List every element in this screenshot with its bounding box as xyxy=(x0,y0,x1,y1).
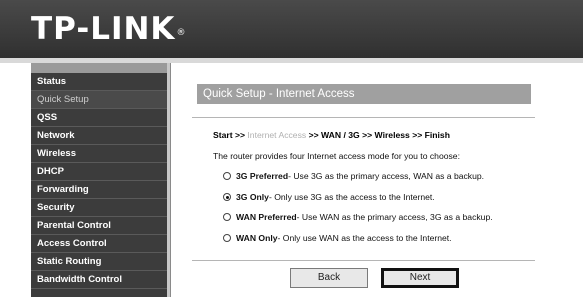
sidebar-item-wireless[interactable]: Wireless xyxy=(31,145,167,163)
sidebar-item-static-routing[interactable]: Static Routing xyxy=(31,253,167,271)
option-3g-only[interactable]: 3G Only - Only use 3G as the access to t… xyxy=(223,192,435,202)
header: TP-LINK® xyxy=(0,0,583,58)
radio-3g-preferred[interactable] xyxy=(223,172,231,180)
next-button[interactable]: Next xyxy=(381,268,459,288)
sidebar-item-parental-control[interactable]: Parental Control xyxy=(31,217,167,235)
step-separator: >> xyxy=(308,130,319,140)
sidebar-item-dhcp[interactable]: DHCP xyxy=(31,163,167,181)
option-3g-preferred[interactable]: 3G Preferred - Use 3G as the primary acc… xyxy=(223,171,484,181)
sidebar-item-qss[interactable]: QSS xyxy=(31,109,167,127)
radio-wan-preferred[interactable] xyxy=(223,213,231,221)
sidebar-top-bar xyxy=(31,63,167,73)
option-name: 3G Only xyxy=(236,192,269,202)
option-desc: - Only use 3G as the access to the Inter… xyxy=(268,192,435,202)
sidebar-menu: Status Quick Setup QSS Network Wireless … xyxy=(31,63,167,297)
option-wan-only[interactable]: WAN Only - Only use WAN as the access to… xyxy=(223,233,452,243)
radio-wan-only[interactable] xyxy=(223,234,231,242)
step-wireless: Wireless xyxy=(374,130,410,140)
registered-mark: ® xyxy=(176,28,187,38)
sidebar-item-security[interactable]: Security xyxy=(31,199,167,217)
breadcrumb: Start >> Internet Access >> WAN / 3G >> … xyxy=(213,130,450,140)
bottom-divider xyxy=(192,260,535,261)
step-separator: >> xyxy=(362,130,373,140)
intro-text: The router provides four Internet access… xyxy=(213,151,460,161)
sidebar-item-quick-setup[interactable]: Quick Setup xyxy=(31,91,167,109)
option-desc: - Use WAN as the primary access, 3G as a… xyxy=(296,212,493,222)
sidebar-item-access-control[interactable]: Access Control xyxy=(31,235,167,253)
top-divider xyxy=(192,117,535,118)
step-internet-access: Internet Access xyxy=(247,130,307,140)
option-wan-preferred[interactable]: WAN Preferred - Use WAN as the primary a… xyxy=(223,212,493,222)
radio-3g-only[interactable] xyxy=(223,193,231,201)
option-desc: - Use 3G as the primary access, WAN as a… xyxy=(288,171,485,181)
back-button[interactable]: Back xyxy=(290,268,368,288)
step-start: Start xyxy=(213,130,233,140)
sidebar-item-network[interactable]: Network xyxy=(31,127,167,145)
step-wan-3g: WAN / 3G xyxy=(321,130,360,140)
step-separator: >> xyxy=(412,130,423,140)
main-content: Quick Setup - Internet Access Start >> I… xyxy=(171,63,583,297)
option-name: 3G Preferred xyxy=(236,171,289,181)
option-name: WAN Only xyxy=(236,233,278,243)
sidebar-item-bandwidth-control[interactable]: Bandwidth Control xyxy=(31,271,167,289)
sidebar-item-forwarding[interactable]: Forwarding xyxy=(31,181,167,199)
tp-link-logo: TP-LINK® xyxy=(31,11,187,47)
option-name: WAN Preferred xyxy=(236,212,297,222)
page-title: Quick Setup - Internet Access xyxy=(197,84,531,104)
sidebar-item-status[interactable]: Status xyxy=(31,73,167,91)
step-finish: Finish xyxy=(424,130,450,140)
step-separator: >> xyxy=(234,130,246,140)
option-desc: - Only use WAN as the access to the Inte… xyxy=(277,233,452,243)
